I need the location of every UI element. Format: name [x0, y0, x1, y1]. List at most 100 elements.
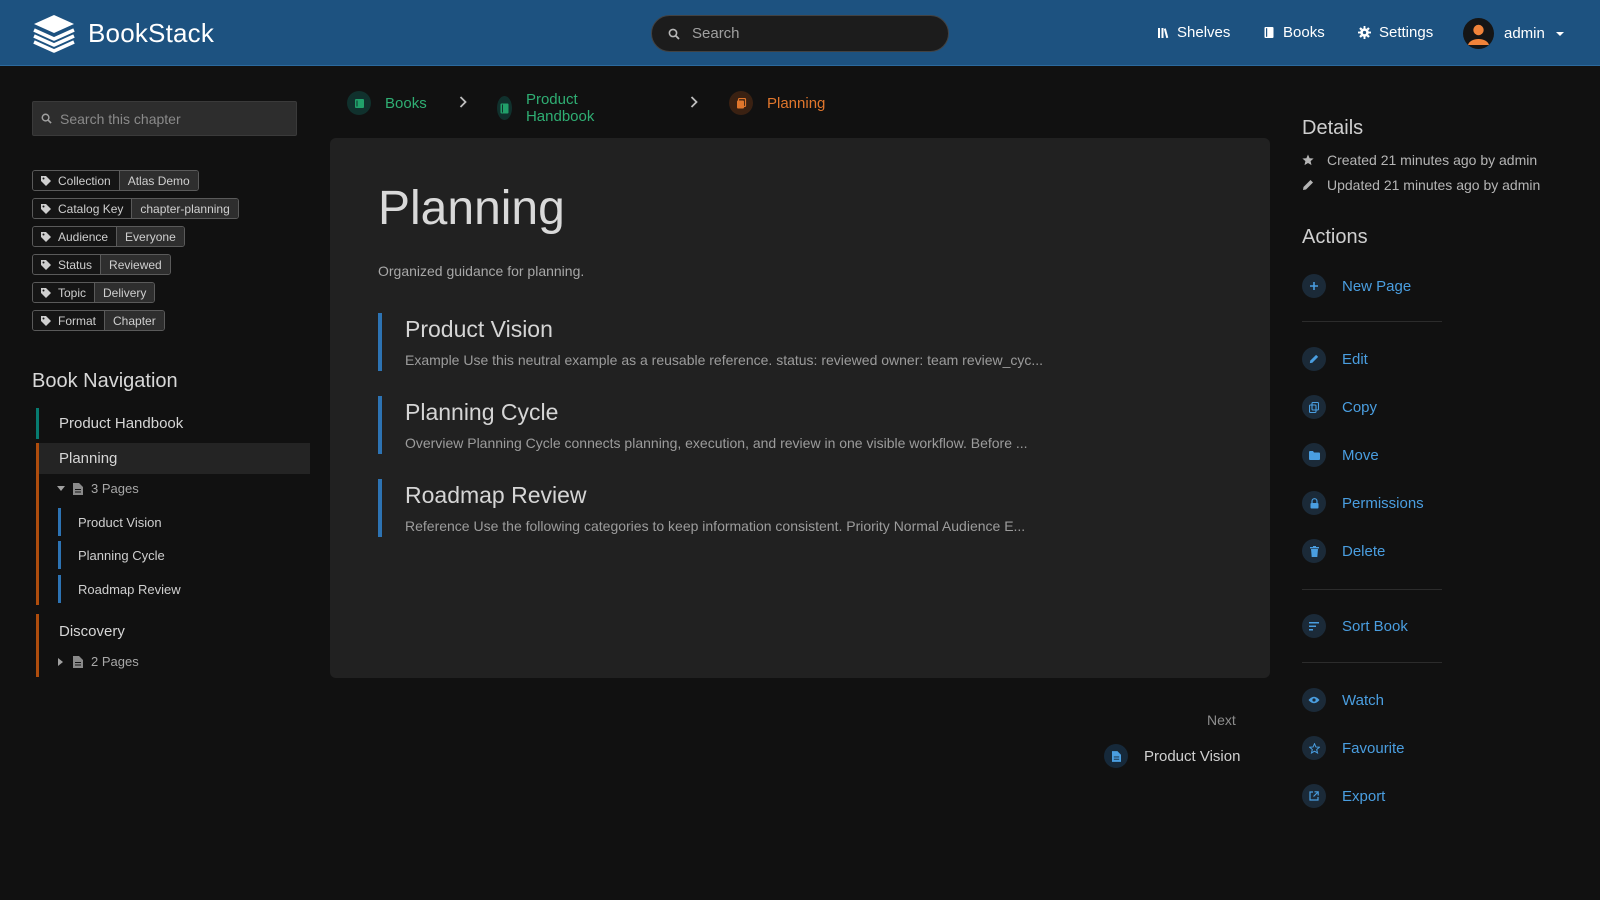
user-menu[interactable]: admin [1463, 18, 1565, 49]
tag-value[interactable]: Delivery [94, 283, 155, 302]
sort-book-button[interactable]: Sort Book [1302, 614, 1408, 638]
nav-chapter-name[interactable]: Discovery [59, 623, 125, 640]
tag-name[interactable]: Audience [33, 227, 117, 246]
gear-icon [1358, 26, 1371, 39]
nav-books-label: Books [1283, 24, 1325, 41]
pages-toggle[interactable]: 2 Pages [57, 654, 139, 669]
page-icon [73, 482, 83, 495]
tag-audience: Audience Everyone [32, 226, 185, 247]
nav-books[interactable]: Books [1263, 24, 1325, 41]
new-page-label: New Page [1342, 277, 1412, 295]
app-name: BookStack [88, 17, 215, 48]
actions-title: Actions [1302, 226, 1368, 248]
chapter-search-input[interactable] [60, 110, 290, 127]
book-navigation-title: Book Navigation [32, 370, 178, 392]
nav-chapter-pages: 3 Pages Product Vision Planning Cycle Ro… [36, 474, 310, 605]
page-link-title: Roadmap Review [405, 482, 587, 508]
tag-value[interactable]: Chapter [104, 311, 164, 330]
permissions-button[interactable]: Permissions [1302, 491, 1424, 515]
copy-button[interactable]: Copy [1302, 395, 1377, 419]
nav-chapter-item: Discovery 2 Pages [36, 614, 310, 677]
caret-down-icon [1555, 31, 1565, 37]
star-outline-icon [1302, 736, 1326, 760]
tag-name[interactable]: Format [33, 311, 105, 330]
nav-shelves[interactable]: Shelves [1157, 24, 1230, 41]
watch-button[interactable]: Watch [1302, 688, 1384, 712]
global-search[interactable] [651, 15, 949, 52]
global-search-input[interactable] [692, 25, 922, 42]
nav-settings[interactable]: Settings [1358, 24, 1433, 41]
edit-button[interactable]: Edit [1302, 347, 1368, 371]
updated-text: Updated 21 minutes ago by admin [1327, 177, 1541, 193]
list-item[interactable]: Product Vision Example Use this neutral … [378, 313, 1238, 371]
page-icon [1104, 744, 1128, 768]
chapter-icon [729, 91, 753, 115]
list-item[interactable]: Planning Cycle Overview Planning Cycle c… [378, 396, 1238, 454]
caret-right-icon [57, 657, 65, 666]
nav-page-item[interactable]: Roadmap Review [58, 575, 298, 603]
breadcrumb-chapter[interactable]: Planning [729, 91, 825, 115]
chevron-right-icon [459, 96, 467, 108]
chapter-content-card: Planning Organized guidance for planning… [330, 138, 1270, 678]
tag-value[interactable]: Atlas Demo [118, 171, 198, 190]
eye-icon [1302, 688, 1326, 712]
breadcrumb-books[interactable]: Books [347, 91, 427, 115]
detail-created: Created 21 minutes ago by admin [1302, 152, 1537, 168]
breadcrumb-book[interactable]: Product Handbook [497, 91, 603, 125]
nav-page-item[interactable]: Product Vision [58, 508, 298, 536]
delete-button[interactable]: Delete [1302, 539, 1385, 563]
breadcrumb-book-label: Product Handbook [525, 91, 595, 125]
folder-icon [1302, 443, 1326, 467]
nav-shelves-label: Shelves [1177, 24, 1231, 41]
pencil-icon [1302, 347, 1326, 371]
pencil-icon [1302, 179, 1314, 191]
chapter-search[interactable] [32, 101, 297, 136]
tag-value[interactable]: Everyone [116, 227, 184, 246]
lock-icon [1302, 491, 1326, 515]
move-button[interactable]: Move [1302, 443, 1379, 467]
caret-down-icon [57, 485, 65, 492]
book-icon [497, 96, 512, 120]
next-page-title: Product Vision [1144, 747, 1241, 765]
tag-icon [41, 203, 51, 214]
favourite-label: Favourite [1342, 739, 1405, 757]
chapter-description: Organized guidance for planning. [378, 263, 585, 279]
favourite-button[interactable]: Favourite [1302, 736, 1405, 760]
copy-icon [1302, 395, 1326, 419]
tag-icon [41, 259, 51, 270]
nav-book-item[interactable]: Product Handbook [36, 408, 310, 439]
breadcrumb-chapter-label: Planning [767, 94, 826, 112]
nav-chapter-item-active[interactable]: Planning [36, 443, 310, 474]
pages-count: 2 Pages [91, 654, 139, 669]
tag-topic: Topic Delivery [32, 282, 156, 303]
new-page-button[interactable]: New Page [1302, 274, 1411, 298]
details-title: Details [1302, 117, 1364, 139]
trash-icon [1302, 539, 1326, 563]
app-logo[interactable]: BookStack [32, 13, 214, 53]
created-text: Created 21 minutes ago by admin [1327, 152, 1538, 168]
tag-list: Collection Atlas Demo Catalog Key chapte… [32, 170, 239, 338]
tag-name[interactable]: Catalog Key [33, 199, 132, 218]
next-label: Next [1207, 712, 1236, 728]
actions-divider [1302, 589, 1442, 590]
tag-value[interactable]: chapter-planning [131, 199, 238, 218]
permissions-label: Permissions [1342, 494, 1424, 512]
list-item[interactable]: Roadmap Review Reference Use the followi… [378, 479, 1238, 537]
shelves-icon [1157, 27, 1169, 39]
tag-name[interactable]: Status [33, 255, 101, 274]
tag-value[interactable]: Reviewed [100, 255, 170, 274]
chevron-right-icon [690, 96, 698, 108]
avatar [1463, 18, 1494, 49]
edit-label: Edit [1342, 350, 1368, 368]
page-link-title: Product Vision [405, 316, 553, 342]
tag-icon [41, 231, 51, 242]
pages-toggle[interactable]: 3 Pages [57, 481, 139, 496]
page-title: Planning [378, 182, 565, 235]
move-label: Move [1342, 446, 1379, 464]
export-button[interactable]: Export [1302, 784, 1385, 808]
tag-name[interactable]: Topic [33, 283, 95, 302]
nav-page-item[interactable]: Planning Cycle [58, 541, 298, 569]
tag-name[interactable]: Collection [33, 171, 119, 190]
next-page-link[interactable]: Product Vision [1104, 744, 1240, 768]
page-icon [73, 655, 83, 668]
